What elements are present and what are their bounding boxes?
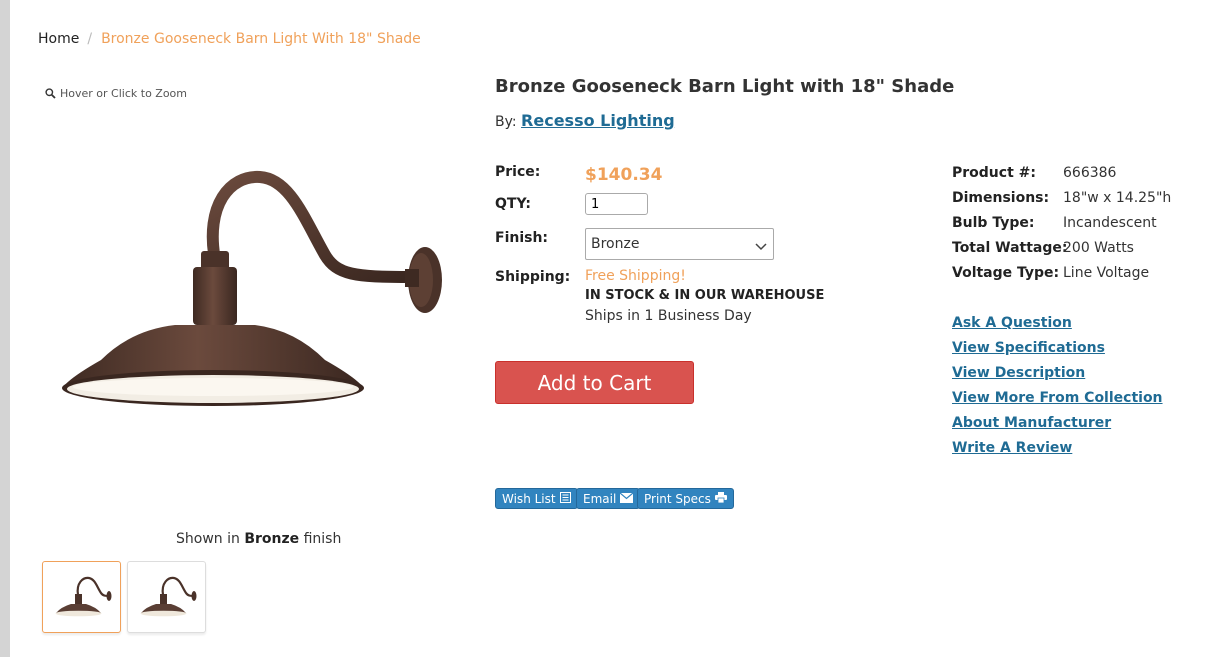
thumbnail-1[interactable] (42, 561, 121, 633)
printer-icon (714, 491, 727, 506)
qty-label: QTY: (495, 196, 531, 212)
price-label: Price: (495, 164, 541, 180)
breadcrumb-separator: / (87, 31, 93, 47)
lamp-thumbnail-image (140, 576, 196, 617)
list-icon (559, 491, 571, 506)
view-specifications-link[interactable]: View Specifications (952, 340, 1105, 356)
breadcrumb: Home / Bronze Gooseneck Barn Light With 18… (38, 31, 421, 47)
envelope-icon (619, 492, 634, 506)
write-review-link[interactable]: Write A Review (952, 440, 1072, 456)
spec-value: Line Voltage (1063, 265, 1150, 281)
spec-label: Bulb Type: (952, 215, 1035, 231)
left-edge-strip (0, 0, 10, 657)
spec-label: Voltage Type: (952, 265, 1060, 281)
brand-line: By: Recesso Lighting (495, 111, 675, 130)
spec-label: Dimensions: (952, 190, 1050, 206)
about-manufacturer-link[interactable]: About Manufacturer (952, 415, 1111, 431)
brand-link[interactable]: Recesso Lighting (521, 111, 675, 130)
spec-label: Total Wattage: (952, 240, 1068, 256)
by-label: By: (495, 114, 517, 130)
spec-value: 18"w x 14.25"h (1063, 190, 1172, 206)
spec-value: Incandescent (1063, 215, 1157, 231)
print-specs-button[interactable]: Print Specs (637, 488, 734, 509)
breadcrumb-current: Bronze Gooseneck Barn Light With 18" Sha… (101, 31, 421, 47)
wish-list-label: Wish List (502, 491, 556, 506)
thumbnail-2[interactable] (127, 561, 206, 633)
spec-label: Product #: (952, 165, 1036, 181)
lamp-thumbnail-image (55, 576, 111, 617)
spec-value: 200 Watts (1063, 240, 1134, 256)
magnifier-icon (45, 88, 56, 99)
view-description-link[interactable]: View Description (952, 365, 1085, 381)
print-specs-label: Print Specs (644, 491, 711, 506)
wish-list-button[interactable]: Wish List (495, 488, 578, 509)
shown-in-finish-name: Bronze (244, 531, 300, 547)
free-shipping-text: Free Shipping! (585, 268, 686, 284)
chevron-down-icon (755, 239, 767, 255)
shipping-label: Shipping: (495, 269, 571, 285)
shown-in-finish-caption: Shown in Bronze finish (176, 531, 341, 547)
breadcrumb-home-link[interactable]: Home (38, 31, 79, 47)
finish-select[interactable]: Bronze (585, 228, 774, 260)
spec-value: 666386 (1063, 165, 1117, 181)
stock-status: IN STOCK & IN OUR WAREHOUSE (585, 288, 825, 303)
finish-label: Finish: (495, 230, 549, 246)
shown-in-prefix: Shown in (176, 531, 240, 547)
add-to-cart-button[interactable]: Add to Cart (495, 361, 694, 404)
finish-selected-value: Bronze (591, 236, 640, 252)
gooseneck-lamp-image (62, 170, 442, 406)
main-product-image[interactable] (55, 165, 450, 415)
product-title: Bronze Gooseneck Barn Light with 18" Sha… (495, 76, 955, 97)
ships-in-text: Ships in 1 Business Day (585, 308, 752, 324)
shown-in-suffix: finish (303, 531, 342, 547)
email-button[interactable]: Email (576, 488, 641, 509)
zoom-hint-text: Hover or Click to Zoom (60, 87, 188, 100)
price-value: $140.34 (585, 165, 663, 185)
ask-question-link[interactable]: Ask A Question (952, 315, 1072, 331)
email-label: Email (583, 491, 617, 506)
zoom-hint: Hover or Click to Zoom (45, 87, 187, 100)
qty-input[interactable] (585, 193, 648, 215)
view-collection-link[interactable]: View More From Collection (952, 390, 1163, 406)
